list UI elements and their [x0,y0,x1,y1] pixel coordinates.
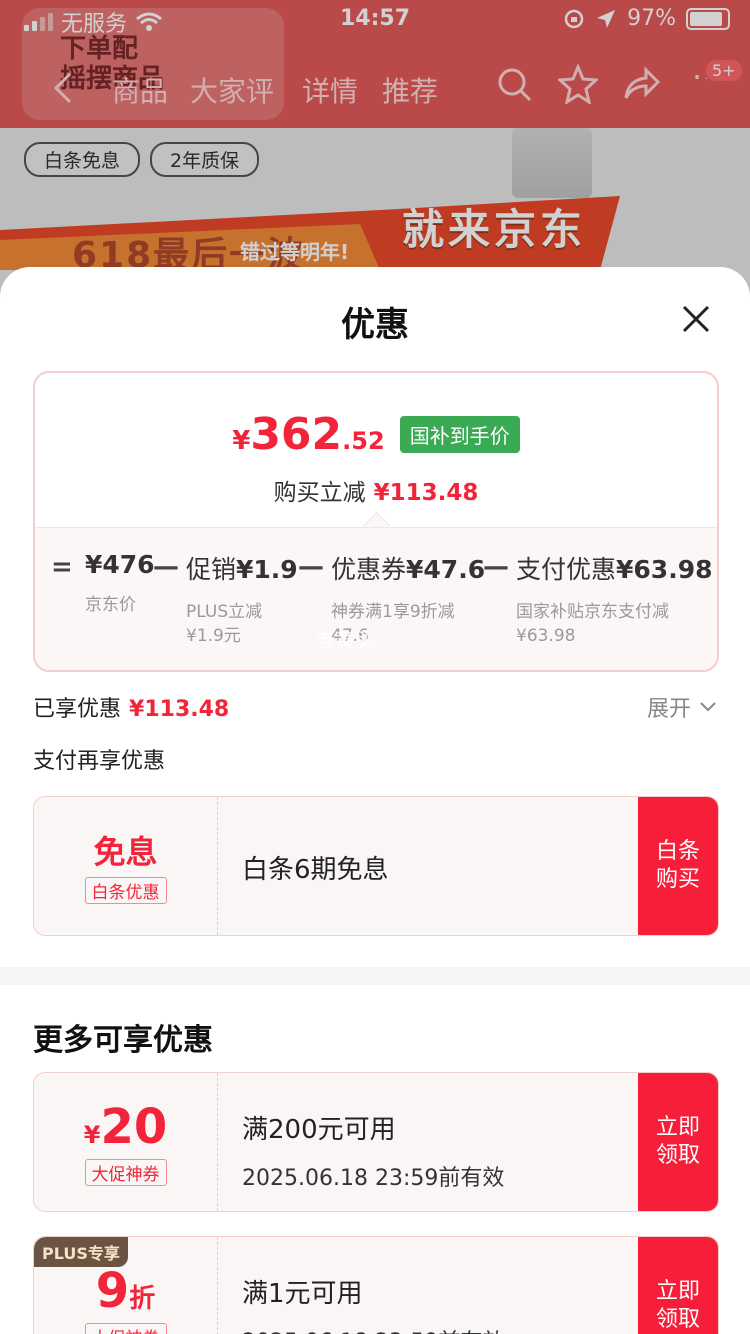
coupon-amount: 9折 [95,1263,156,1319]
minus-sign: — [298,552,324,582]
claim-button[interactable]: 立即 领取 [638,1237,718,1334]
expand-button[interactable]: 展开 [647,691,717,723]
price-breakdown: = ¥476 京东价 — 促销¥1.9 PLUS立减 ¥1.9元 — 优惠券¥47… [35,527,717,670]
coupon-card: ¥20 大促神券 满200元可用 2025.06.18 23:59前有效 立即领… [33,1072,719,1212]
discount-sheet: 优惠 ¥362.52 国补到手价 购买立减¥113.48 = ¥476 京东价 [0,267,750,1334]
final-price-row: ¥362.52 国补到手价 [35,409,717,460]
coupon-left: 9折 大促神券 [34,1237,218,1334]
minus-sign: — [153,552,179,582]
coupon-left: 免息 白条优惠 [34,797,218,935]
coupon-card: PLUS专享 9折 大促神券 满1元可用 2025.06.18 23:59前有效… [33,1236,719,1334]
final-price: ¥362.52 [232,409,385,460]
coupon-main: 满1元可用 2025.06.18 23:59前有效 [242,1237,642,1334]
coupon-main: 满200元可用 2025.06.18 23:59前有效 [242,1073,642,1211]
sheet-title: 优惠 [341,305,409,345]
breakdown-jd-price: ¥476 京东价 [85,550,155,615]
coupon-title: 白条6期免息 [242,855,389,885]
baitiao-buy-button[interactable]: 白条购买 [638,797,718,935]
claim-button[interactable]: 立即 领取 [638,1073,718,1211]
coupon-main: 白条6期免息 [242,797,642,935]
national-subsidy-tag: 国补到手价 [399,416,520,453]
watermark: 老黄头 [315,628,375,652]
equals-sign: = [51,552,73,582]
coupon-label: 大促神券 [84,1323,167,1334]
baitiao-coupon: 免息 白条优惠 白条6期免息 白条购买 [33,796,719,936]
enjoyed-label: 已享优惠 [33,697,122,722]
coupon-left: ¥20 大促神券 [34,1073,218,1211]
more-discounts-title: 更多可享优惠 [33,1023,213,1058]
coupon-amount: ¥20 [83,1099,168,1155]
coupon-title: 满1元可用 [242,1279,363,1309]
price-summary: ¥362.52 国补到手价 购买立减 ¥113.48 [35,373,717,527]
purchase-reduce-line: 购买立减 ¥113.48 [273,480,479,506]
coupon-label: 白条优惠 [84,877,167,904]
overlay-dim[interactable] [0,0,750,300]
coupon-title: 满200元可用 [242,1115,396,1145]
section-divider [0,967,750,985]
enjoyed-amount: ¥113.48 [129,697,230,722]
close-icon[interactable] [676,299,716,339]
background-product-page: 无服务 14:57 97% 下单配 摇摆商品 商品 大家评 详情 推荐 ··· [0,0,750,300]
coupon-label: 大促神券 [84,1159,167,1186]
minus-sign: — [483,552,509,582]
coupon-big-text: 免息 [93,833,158,871]
price-card: ¥362.52 国补到手价 购买立减 ¥113.48 = ¥476 京东价 — 促… [33,371,719,672]
pay-section-title: 支付再享优惠 [33,749,166,774]
breakdown-payment: 支付优惠¥63.98 国家补贴京东支付减 ¥63.98 [516,555,713,646]
coupon-validity: 2025.06.18 23:59前有效 [242,1324,642,1334]
breakdown-promotion: 促销¥1.9 PLUS立减 ¥1.9元 [186,555,298,646]
coupon-validity: 2025.06.18 23:59前有效 [242,1166,505,1191]
enjoyed-discount-row: 已享优惠 ¥113.48 展开 [33,691,717,725]
chevron-down-icon [700,702,716,712]
